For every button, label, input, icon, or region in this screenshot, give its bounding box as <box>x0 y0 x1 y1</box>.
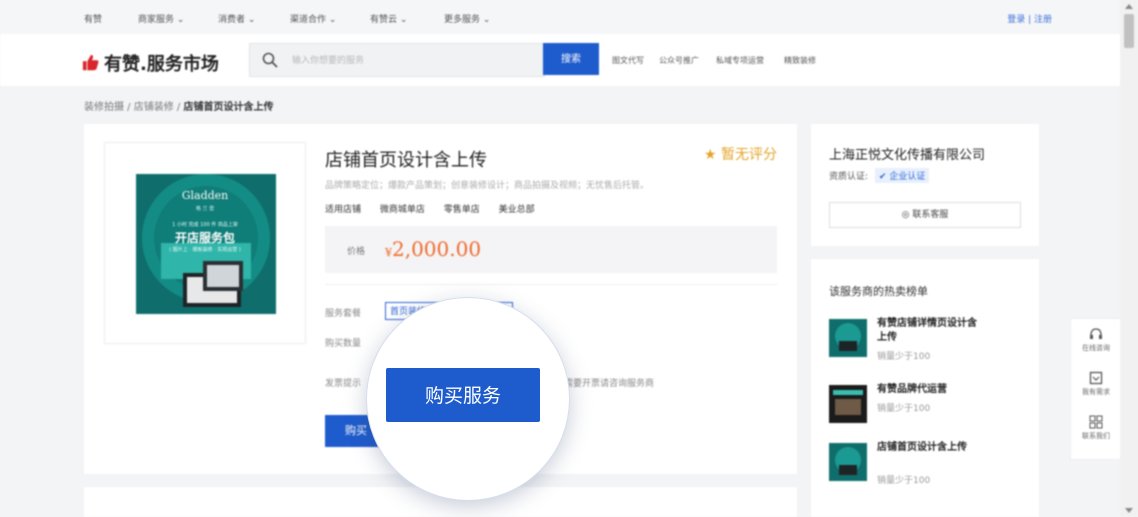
invoice-note: 需要开票请咨询服务商 <box>564 379 655 389</box>
hot-item-title: 有赞店铺详情页设计含上传 <box>877 318 977 343</box>
tag-item: 零售单店 <box>443 205 480 215</box>
service-label: 服务套餐 <box>325 309 362 319</box>
invoice-note-label: 发票提示 <box>325 379 362 389</box>
scrollbar[interactable] <box>1120 0 1138 517</box>
headset-icon: ◎ <box>901 210 910 220</box>
thumbs-up-icon <box>82 54 99 71</box>
topnav-item-more[interactable]: 更多服务 ⌄ <box>444 12 490 25</box>
company-name[interactable]: 上海正悦文化传播有限公司 <box>829 144 985 163</box>
price-value: ¥2,000.00 <box>385 237 481 261</box>
topnav-item-merchant[interactable]: 商家服务 ⌄ <box>138 12 184 25</box>
scrollbar-thumb[interactable] <box>1124 14 1134 48</box>
company-card: 上海正悦文化传播有限公司 资质认证: ✔ 企业认证 ◎ 联系客服 <box>811 124 1039 246</box>
logo-text: 有赞.服务市场 <box>104 54 219 75</box>
cert-badge: ✔ 企业认证 <box>874 168 930 183</box>
contact-service-button[interactable]: ◎ 联系客服 <box>829 202 1021 228</box>
cert-label: 资质认证: <box>829 172 869 182</box>
image-brand: Gladden <box>181 189 229 202</box>
rating-text: 暂无评分 <box>721 147 777 163</box>
hot-list-item[interactable]: 有赞店铺详情页设计含上传 销量少于100 <box>829 317 1029 367</box>
tag-item: 美业总部 <box>498 205 535 215</box>
hot-link-4[interactable]: 精致装修 <box>784 55 816 66</box>
hot-link-3[interactable]: 私域专项运营 <box>716 55 764 66</box>
image-promo-sub: ( 图片上 · 模板装修 · 实现运营 ) <box>169 247 241 253</box>
grid-icon <box>1089 415 1103 429</box>
hot-item-sales: 销量少于100 <box>877 476 931 486</box>
product-image[interactable]: Gladden 格 兰 登 1 小时 完成 100 件 商品上架 开店服务包 (… <box>104 142 306 344</box>
headset-icon <box>1090 328 1102 339</box>
scroll-down-icon[interactable] <box>1125 508 1133 513</box>
side-tool-contact[interactable]: 联系我们 <box>1071 415 1121 441</box>
breadcrumb-current: 店铺首页设计含上传 <box>183 102 274 113</box>
hot-item-thumbnail <box>829 443 867 481</box>
company-cert: 资质认证: ✔ 企业认证 <box>829 168 930 183</box>
topnav-item-consumer[interactable]: 消费者 ⌄ <box>218 12 255 25</box>
login-link[interactable]: 登录 <box>1007 15 1025 25</box>
scroll-up-icon[interactable] <box>1125 4 1133 9</box>
hot-list-panel: 该服务商的热卖榜单 有赞店铺详情页设计含上传 销量少于100 有赞品牌代运营 销… <box>811 259 1039 517</box>
header: 有赞.服务市场 输入你想要的服务 搜索 图文代写 公众号推广 私域专项运营 精致… <box>0 34 1120 86</box>
page-background: 有赞 商家服务 ⌄ 消费者 ⌄ 渠道合作 ⌄ 有赞云 ⌄ 更多服务 ⌄ 登录 |… <box>0 0 1138 517</box>
breadcrumb-item[interactable]: 装修拍摄 <box>84 102 124 113</box>
hot-list-item[interactable]: 店铺首页设计含上传 销量少于100 <box>829 441 1029 491</box>
price-number: 2,000.00 <box>392 237 482 261</box>
topnav-item-cloud[interactable]: 有赞云 ⌄ <box>370 12 407 25</box>
tag-item: 微商城单店 <box>379 205 425 215</box>
rating: ★ 暂无评分 <box>704 144 777 164</box>
verified-icon: ✔ <box>878 172 887 182</box>
search-placeholder: 输入你想要的服务 <box>292 56 365 66</box>
price-label: 价格 <box>347 247 366 257</box>
tag-label: 适用店铺 <box>325 205 362 215</box>
hot-list-item[interactable]: 有赞品牌代运营 销量少于100 <box>829 383 1029 433</box>
hot-item-sales: 销量少于100 <box>877 404 931 414</box>
image-brand-sub: 格 兰 登 <box>195 206 215 212</box>
message-icon <box>1089 371 1103 385</box>
side-tool-consult[interactable]: 在线咨询 <box>1071 327 1121 353</box>
search-icon <box>262 52 278 68</box>
star-icon: ★ <box>703 147 717 163</box>
hot-link-2[interactable]: 公众号推广 <box>659 55 699 66</box>
search-button[interactable]: 搜索 <box>543 43 599 75</box>
divider <box>325 284 777 285</box>
hot-item-title: 有赞品牌代运营 <box>877 384 947 395</box>
product-description: 品牌策略定位；爆款产品策划；创意装修设计；商品拍摄及视频；无忧售后托管。 <box>325 181 650 191</box>
quantity-label: 购买数量 <box>325 339 362 349</box>
side-tool-demand[interactable]: 我有需求 <box>1071 371 1121 397</box>
product-title: 店铺首页设计含上传 <box>325 150 487 171</box>
hot-item-sales: 销量少于100 <box>877 352 931 362</box>
product-tags: 适用店铺 微商城单店 零售单店 美业总部 <box>325 202 551 215</box>
side-toolbar: 在线咨询 我有需求 联系我们 <box>1070 318 1122 460</box>
breadcrumb-item[interactable]: 店铺装修 <box>134 102 174 113</box>
hot-link-1[interactable]: 图文代写 <box>612 55 644 66</box>
register-link[interactable]: 注册 <box>1034 15 1052 25</box>
breadcrumb: 装修拍摄 / 店铺装修 / 店铺首页设计含上传 <box>84 102 274 113</box>
currency-symbol: ¥ <box>385 246 392 259</box>
logo[interactable]: 有赞.服务市场 <box>82 50 219 76</box>
image-promo-big: 开店服务包 <box>174 231 235 245</box>
buy-service-button[interactable]: 购买服务 <box>386 368 540 422</box>
hot-item-title: 店铺首页设计含上传 <box>877 442 967 453</box>
image-promo-small: 1 小时 完成 100 件 商品上架 <box>172 222 238 228</box>
search-input[interactable]: 输入你想要的服务 <box>249 43 545 77</box>
hot-list-heading: 该服务商的热卖榜单 <box>829 285 928 298</box>
price-box: 价格 ¥2,000.00 <box>325 226 777 273</box>
topnav-item-channel[interactable]: 渠道合作 ⌄ <box>290 12 336 25</box>
hot-item-thumbnail <box>829 319 867 357</box>
top-nav: 有赞 商家服务 ⌄ 消费者 ⌄ 渠道合作 ⌄ 有赞云 ⌄ 更多服务 ⌄ 登录 |… <box>0 0 1120 35</box>
topnav-item-youzan[interactable]: 有赞 <box>84 12 102 25</box>
auth-links: 登录 | 注册 <box>1007 15 1052 25</box>
hot-item-thumbnail <box>829 385 867 423</box>
